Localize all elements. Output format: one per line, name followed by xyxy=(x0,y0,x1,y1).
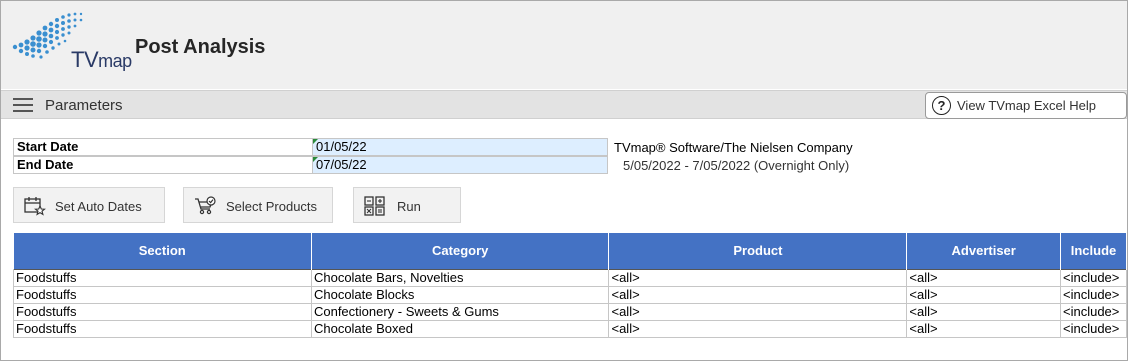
column-header-advertiser: Advertiser xyxy=(906,233,1061,269)
table-row: Foodstuffs Chocolate Blocks <all> <all> … xyxy=(13,285,1127,304)
set-auto-dates-button[interactable]: Set Auto Dates xyxy=(13,187,165,223)
logo-wordmark: TVmap xyxy=(71,47,132,73)
cell-section[interactable]: Foodstuffs xyxy=(13,268,312,287)
company-text: TVmap® Software/The Nielsen Company xyxy=(614,140,853,155)
column-header-product: Product xyxy=(608,233,908,269)
select-products-button[interactable]: Select Products xyxy=(183,187,333,223)
page-title: Post Analysis xyxy=(135,36,266,58)
cell-include[interactable]: <include> xyxy=(1060,319,1127,338)
column-header-include: Include xyxy=(1060,233,1127,269)
parameters-label: Parameters xyxy=(45,97,123,114)
parameters-bar: Parameters ? View TVmap Excel Help xyxy=(1,90,1127,119)
column-header-section: Section xyxy=(13,233,312,269)
start-date-field[interactable]: 01/05/22 xyxy=(312,138,608,156)
cell-section[interactable]: Foodstuffs xyxy=(13,285,312,304)
start-date-label: Start Date xyxy=(13,138,313,156)
menu-icon[interactable] xyxy=(13,98,33,112)
date-range-text: 5/05/2022 - 7/05/2022 (Overnight Only) xyxy=(623,158,850,173)
table-row: Foodstuffs Chocolate Bars, Novelties <al… xyxy=(13,268,1127,287)
end-date-field[interactable]: 07/05/22 xyxy=(312,156,608,174)
view-help-button[interactable]: ? View TVmap Excel Help xyxy=(925,92,1127,119)
cell-include[interactable]: <include> xyxy=(1060,285,1127,304)
cell-advertiser[interactable]: <all> xyxy=(906,302,1061,321)
app-window: TVmap Post Analysis Parameters ? View TV… xyxy=(0,0,1128,361)
select-products-label: Select Products xyxy=(226,199,318,214)
logo-wordmark-map: map xyxy=(98,51,132,71)
cell-product[interactable]: <all> xyxy=(608,302,908,321)
help-icon: ? xyxy=(932,96,951,115)
table-header-row: Section Category Product Advertiser Incl… xyxy=(13,233,1127,269)
end-date-label: End Date xyxy=(13,156,313,174)
run-grid-icon xyxy=(364,196,385,216)
cell-product[interactable]: <all> xyxy=(608,319,908,338)
logo-wordmark-tv: TV xyxy=(71,47,99,72)
products-table: Section Category Product Advertiser Incl… xyxy=(13,233,1127,338)
cell-category[interactable]: Chocolate Boxed xyxy=(310,319,610,338)
cell-category[interactable]: Chocolate Blocks xyxy=(310,285,610,304)
header: TVmap Post Analysis xyxy=(1,1,1127,89)
calendar-star-icon xyxy=(24,197,46,216)
cell-product[interactable]: <all> xyxy=(608,285,908,304)
help-button-label: View TVmap Excel Help xyxy=(957,98,1096,113)
cell-advertiser[interactable]: <all> xyxy=(906,285,1061,304)
cell-advertiser[interactable]: <all> xyxy=(906,268,1061,287)
cell-include[interactable]: <include> xyxy=(1060,302,1127,321)
cell-category[interactable]: Chocolate Bars, Novelties xyxy=(310,268,610,287)
cell-category[interactable]: Confectionery - Sweets & Gums xyxy=(310,302,610,321)
run-label: Run xyxy=(397,199,421,214)
table-row: Foodstuffs Chocolate Boxed <all> <all> <… xyxy=(13,319,1127,338)
cell-section[interactable]: Foodstuffs xyxy=(13,319,312,338)
cell-advertiser[interactable]: <all> xyxy=(906,319,1061,338)
cell-include[interactable]: <include> xyxy=(1060,268,1127,287)
run-button[interactable]: Run xyxy=(353,187,461,223)
table-row: Foodstuffs Confectionery - Sweets & Gums… xyxy=(13,302,1127,321)
set-auto-dates-label: Set Auto Dates xyxy=(55,199,142,214)
cell-section[interactable]: Foodstuffs xyxy=(13,302,312,321)
cart-check-icon xyxy=(195,196,216,215)
cell-product[interactable]: <all> xyxy=(608,268,908,287)
column-header-category: Category xyxy=(311,233,610,269)
